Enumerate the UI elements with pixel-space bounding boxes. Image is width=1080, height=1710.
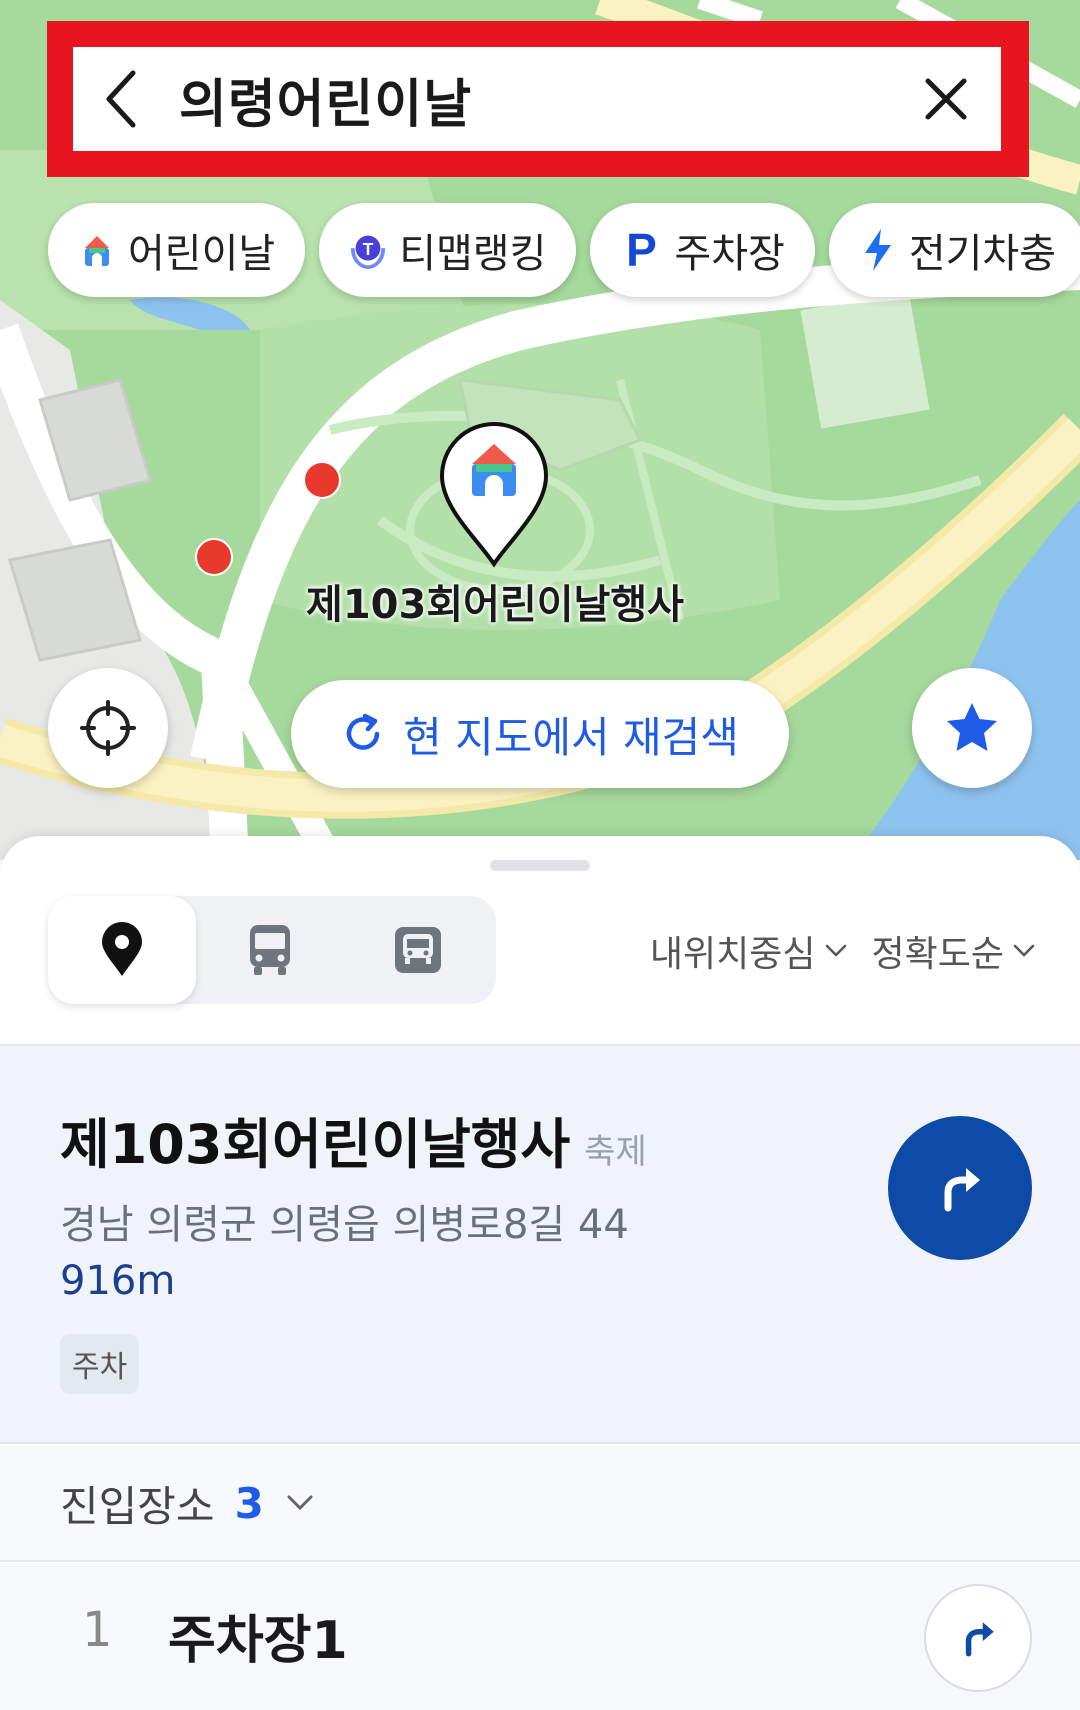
sort-accuracy-label: 정확도순 [871, 934, 1004, 975]
entrance-item-name: 주차장1 [168, 1611, 348, 1671]
chevron-left-icon [106, 70, 136, 128]
result-title-row: 제103회어린이날행사 축제 [60, 1100, 647, 1179]
chip-parking[interactable]: P 주차장 [590, 203, 815, 297]
festival-icon [76, 229, 118, 271]
refresh-icon [346, 713, 380, 750]
entrance-count: 3 [234, 1478, 264, 1528]
result-category: 축제 [584, 1132, 647, 1172]
search-bar[interactable]: 의령어린이날 [73, 47, 1001, 151]
chip-label: 티맵랭킹 [399, 231, 547, 277]
clear-button[interactable] [891, 47, 1001, 151]
tmap-ranking-icon: T [347, 229, 389, 271]
research-label: 현 지도에서 재검색 [403, 712, 739, 762]
favorites-button[interactable] [912, 668, 1032, 788]
sort-accuracy-dropdown[interactable]: 정확도순 [872, 925, 1036, 977]
search-query[interactable]: 의령어린이날 [169, 62, 891, 137]
location-pin-icon [102, 922, 142, 976]
map-pin-icon [439, 422, 549, 568]
result-type-toggle [48, 896, 496, 1004]
search-highlight-frame: 의령어린이날 [47, 21, 1029, 177]
result-address: 경남 의령군 의령읍 의병로8길 44 [60, 1202, 629, 1248]
entrance-route-button[interactable] [924, 1584, 1032, 1692]
chip-label: 주차장 [674, 231, 785, 277]
place-mode-button[interactable] [48, 896, 196, 1004]
sort-location-label: 내위치중심 [649, 934, 816, 975]
map-poi-dot[interactable] [195, 538, 233, 576]
entrance-toggle[interactable]: 진입장소 3 [0, 1446, 1080, 1562]
close-icon [925, 78, 967, 120]
bus-stop-mode-button[interactable] [344, 896, 492, 1004]
results-sheet: 내위치중심 정확도순 제103회어린이날행사 축제 경남 의령군 의령읍 의병로… [0, 836, 1080, 1710]
bus-stop-icon [395, 927, 441, 973]
chip-label: 어린이날 [128, 231, 276, 277]
result-item[interactable]: 제103회어린이날행사 축제 경남 의령군 의령읍 의병로8길 44 916m … [0, 1044, 1080, 1444]
map-poi-dot[interactable] [303, 461, 341, 499]
sort-location-dropdown[interactable]: 내위치중심 [650, 925, 848, 977]
category-chips: 어린이날 T 티맵랭킹 P 주차장 전기차충 [48, 203, 1080, 297]
chip-tmap-ranking[interactable]: T 티맵랭킹 [319, 203, 577, 297]
result-distance: 916m [60, 1258, 176, 1304]
chevron-down-icon [286, 1494, 314, 1512]
marker-label: 제103회어린이날행사 [306, 582, 684, 628]
route-button[interactable] [888, 1116, 1032, 1260]
chip-childrens-day[interactable]: 어린이날 [48, 203, 306, 297]
back-button[interactable] [73, 47, 169, 151]
parking-icon: P [626, 224, 657, 276]
sheet-drag-handle[interactable] [490, 860, 590, 871]
star-icon [947, 703, 997, 751]
chevron-down-icon [1013, 944, 1035, 957]
entrance-item-number: 1 [82, 1602, 113, 1658]
lightning-icon [857, 229, 899, 271]
result-name: 제103회어린이날행사 [60, 1113, 571, 1176]
chip-ev-charging[interactable]: 전기차충 [828, 203, 1080, 297]
bus-mode-button[interactable] [196, 896, 344, 1004]
result-tag: 주차 [60, 1334, 140, 1394]
entrance-list-item[interactable]: 1 주차장1 [0, 1564, 1080, 1710]
crosshair-icon [80, 700, 136, 756]
bus-icon [250, 925, 290, 975]
turn-right-arrow-icon [944, 1168, 980, 1212]
chevron-down-icon [825, 944, 846, 957]
turn-right-arrow-icon [965, 1622, 994, 1657]
research-map-button[interactable]: 현 지도에서 재검색 [291, 680, 789, 788]
location-marker[interactable] [438, 420, 550, 568]
sort-options: 내위치중심 정확도순 [650, 906, 1036, 996]
svg-text:T: T [363, 239, 374, 259]
my-location-button[interactable] [48, 668, 168, 788]
map-view[interactable]: 의령어린이날 어린이날 T 티맵랭킹 P 주차장 전기차충 제103회어린이날행… [0, 0, 1080, 860]
entrance-label: 진입장소 [60, 1481, 215, 1531]
chip-label: 전기차충 [908, 231, 1057, 277]
